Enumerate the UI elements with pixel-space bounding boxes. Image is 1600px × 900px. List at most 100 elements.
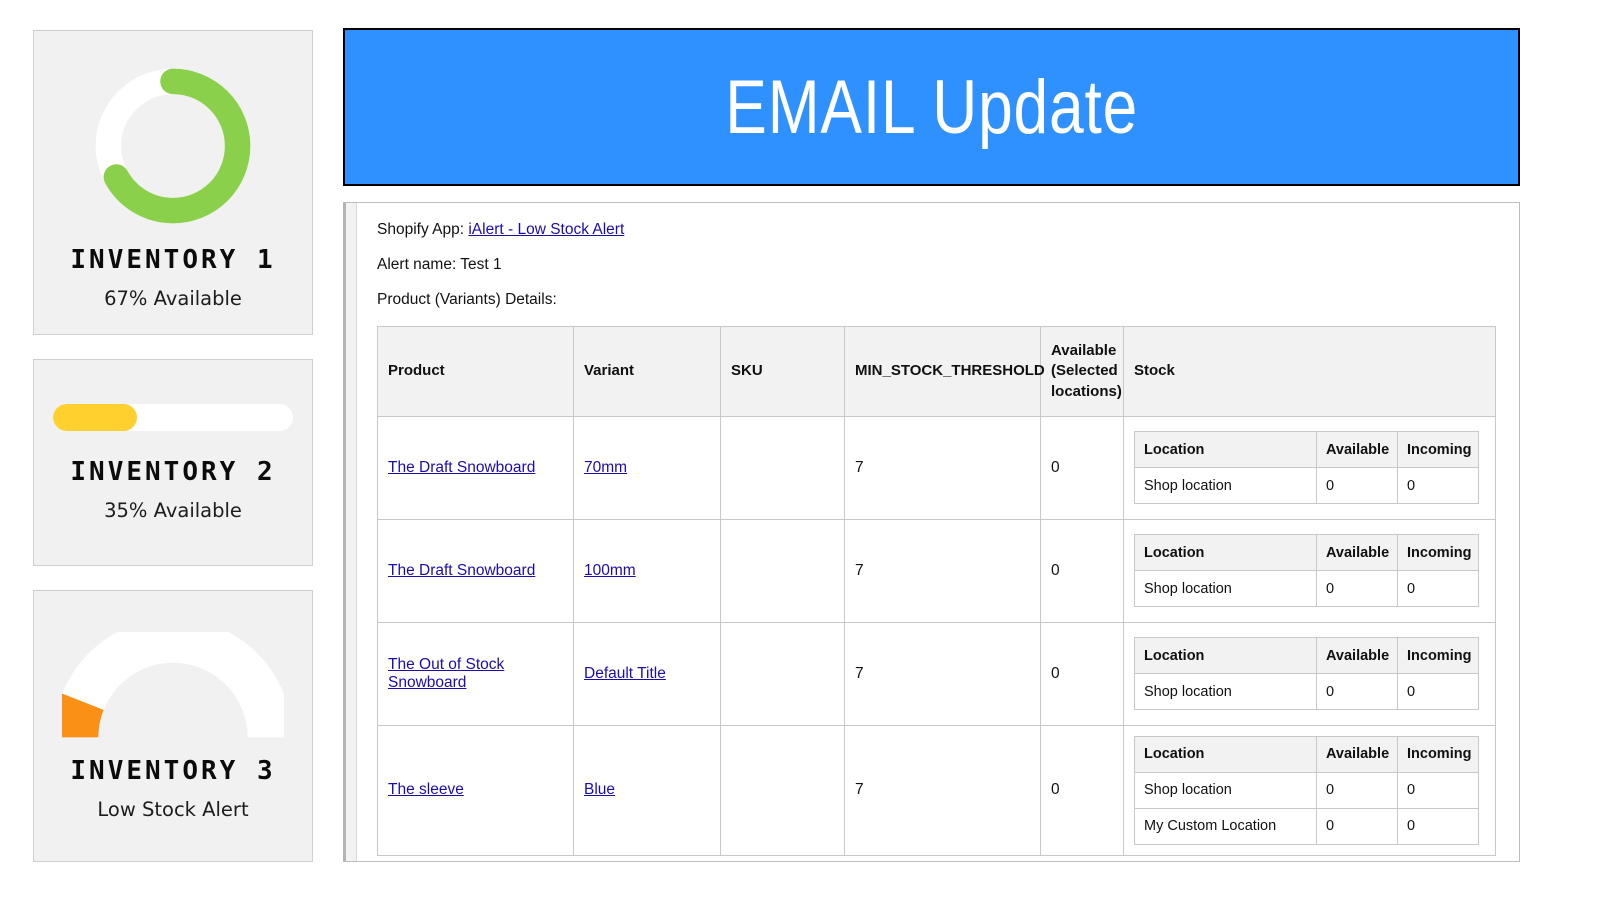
cell-sku	[720, 621, 845, 726]
column-header-available-selected-locations: Available (Selected locations)	[1040, 326, 1124, 417]
cell-min-stock-threshold: 7	[844, 621, 1041, 726]
cell-min-stock-threshold: 7	[844, 415, 1041, 520]
cell-stock: Location Available Incoming Shop location 0 0	[1123, 518, 1496, 623]
inventory-card-1: INVENTORY 1 67% Available	[33, 30, 313, 335]
cell-available-selected-locations: 0	[1040, 518, 1124, 623]
stock-cell-available: 0	[1316, 673, 1398, 711]
table-row: The Out of Stock Snowboard Default Title 7…	[377, 621, 1496, 726]
stock-cell-incoming: 0	[1397, 570, 1479, 608]
variant-link[interactable]: Blue	[584, 781, 615, 798]
stock-column-header-available: Available	[1316, 735, 1398, 773]
stock-row: Shop location 0 0	[1134, 570, 1479, 608]
stock-row: Shop location 0 0	[1134, 771, 1479, 809]
gauge-wrapper	[62, 631, 284, 750]
cell-stock: Location Available Incoming Shop location 0 0	[1123, 621, 1496, 726]
stock-locations-table: Location Available Incoming Shop location 0 0…	[1134, 735, 1479, 845]
cell-variant: 100mm	[573, 518, 721, 623]
column-header-stock: Stock	[1123, 326, 1496, 417]
stock-header-row: Location Available Incoming	[1134, 534, 1479, 572]
stock-cell-available: 0	[1316, 570, 1398, 608]
variant-link[interactable]: 100mm	[584, 562, 636, 579]
stock-column-header-available: Available	[1316, 431, 1398, 469]
stock-column-header-location: Location	[1134, 534, 1317, 572]
cell-product: The Draft Snowboard	[377, 415, 574, 520]
email-column: EMAIL Update Shopify App: iAlert - Low S…	[340, 0, 1600, 900]
stock-locations-table: Location Available Incoming Shop location 0 0	[1134, 637, 1479, 711]
stock-cell-location: Shop location	[1134, 771, 1317, 809]
stock-column-header-incoming: Incoming	[1397, 534, 1479, 572]
donut-chart-icon	[95, 68, 251, 224]
cell-stock: Location Available Incoming Shop location 0 0…	[1123, 724, 1496, 856]
progress-bar-fill	[53, 403, 137, 431]
product-link[interactable]: The Out of Stock Snowboard	[388, 656, 504, 691]
cell-variant: Default Title	[573, 621, 721, 726]
stock-cell-available: 0	[1316, 467, 1398, 505]
stock-row: Shop location 0 0	[1134, 673, 1479, 711]
cell-variant: 70mm	[573, 415, 721, 520]
shopify-app-line: Shopify App: iAlert - Low Stock Alert	[377, 221, 1499, 239]
inventory-card-3-title: INVENTORY 3	[70, 755, 276, 786]
stock-row: My Custom Location 0 0	[1134, 807, 1479, 845]
table-row: The Draft Snowboard 70mm 7 0 Location Availab…	[377, 415, 1496, 520]
stock-header-row: Location Available Incoming	[1134, 431, 1479, 469]
cell-product: The Draft Snowboard	[377, 518, 574, 623]
product-link[interactable]: The sleeve	[388, 781, 464, 798]
cell-sku	[720, 518, 845, 623]
cell-sku	[720, 415, 845, 520]
panel-left-rail	[343, 203, 357, 861]
stock-header-row: Location Available Incoming	[1134, 637, 1479, 675]
variant-link[interactable]: 70mm	[584, 459, 627, 476]
stock-column-header-incoming: Incoming	[1397, 637, 1479, 675]
column-header-min-stock-threshold: MIN_STOCK_THRESHOLD	[844, 326, 1045, 417]
alert-name-line: Alert name: Test 1	[377, 256, 502, 273]
cell-available-selected-locations: 0	[1040, 621, 1124, 726]
table-header: Product Variant SKU MIN_STOCK_THRESHOLD …	[377, 326, 1496, 417]
column-header-product: Product	[377, 326, 574, 417]
product-details-line: Product (Variants) Details:	[377, 291, 557, 308]
inventory-card-1-subtitle: 67% Available	[104, 287, 242, 310]
banner-title: EMAIL Update	[725, 64, 1138, 150]
product-link[interactable]: The Draft Snowboard	[388, 562, 535, 579]
stock-cell-location: Shop location	[1134, 570, 1317, 608]
inventory-card-2-subtitle: 35% Available	[104, 498, 242, 522]
stock-cell-incoming: 0	[1397, 807, 1479, 845]
stock-cell-location: Shop location	[1134, 467, 1317, 505]
stock-locations-table: Location Available Incoming Shop location 0 0	[1134, 431, 1479, 505]
stock-column-header-location: Location	[1134, 431, 1317, 469]
stock-column-header-location: Location	[1134, 637, 1317, 675]
email-preview-panel: Shopify App: iAlert - Low Stock Alert Al…	[343, 202, 1520, 862]
cell-available-selected-locations: 0	[1040, 415, 1124, 520]
table-body: The Draft Snowboard 70mm 7 0 Location Availab…	[377, 415, 1496, 856]
table-row: The Draft Snowboard 100mm 7 0 Location Availa…	[377, 518, 1496, 623]
column-header-sku: SKU	[720, 326, 845, 417]
stock-cell-location: My Custom Location	[1134, 807, 1317, 845]
cell-min-stock-threshold: 7	[844, 518, 1041, 623]
product-link[interactable]: The Draft Snowboard	[388, 459, 535, 476]
stock-locations-table: Location Available Incoming Shop location 0 0	[1134, 534, 1479, 608]
inventory-card-3: INVENTORY 3 Low Stock Alert	[33, 590, 313, 862]
stock-cell-available: 0	[1316, 807, 1398, 845]
column-header-variant: Variant	[573, 326, 721, 417]
cell-product: The Out of Stock Snowboard	[377, 621, 574, 726]
page-root: INVENTORY 1 67% Available INVENTORY 2 35…	[0, 0, 1600, 900]
cell-sku	[720, 724, 845, 856]
donut-chart-wrapper	[88, 61, 258, 231]
product-variants-table: Product Variant SKU MIN_STOCK_THRESHOLD …	[377, 326, 1496, 856]
stock-header-row: Location Available Incoming	[1134, 735, 1479, 773]
cell-stock: Location Available Incoming Shop location 0 0	[1123, 415, 1496, 520]
shopify-app-link[interactable]: iAlert - Low Stock Alert	[468, 221, 624, 238]
stock-cell-incoming: 0	[1397, 771, 1479, 809]
stock-cell-incoming: 0	[1397, 673, 1479, 711]
stock-cell-available: 0	[1316, 771, 1398, 809]
variant-link[interactable]: Default Title	[584, 665, 666, 682]
inventory-card-3-subtitle: Low Stock Alert	[97, 797, 249, 821]
gauge-icon	[62, 631, 284, 738]
stock-column-header-available: Available	[1316, 534, 1398, 572]
inventory-cards-column: INVENTORY 1 67% Available INVENTORY 2 35…	[0, 0, 340, 900]
email-body: Shopify App: iAlert - Low Stock Alert Al…	[357, 203, 1519, 861]
inventory-card-2: INVENTORY 2 35% Available	[33, 359, 313, 566]
cell-min-stock-threshold: 7	[844, 724, 1041, 856]
cell-product: The sleeve	[377, 724, 574, 856]
progress-bar-icon	[53, 403, 293, 431]
progress-bar-wrapper	[53, 403, 293, 431]
